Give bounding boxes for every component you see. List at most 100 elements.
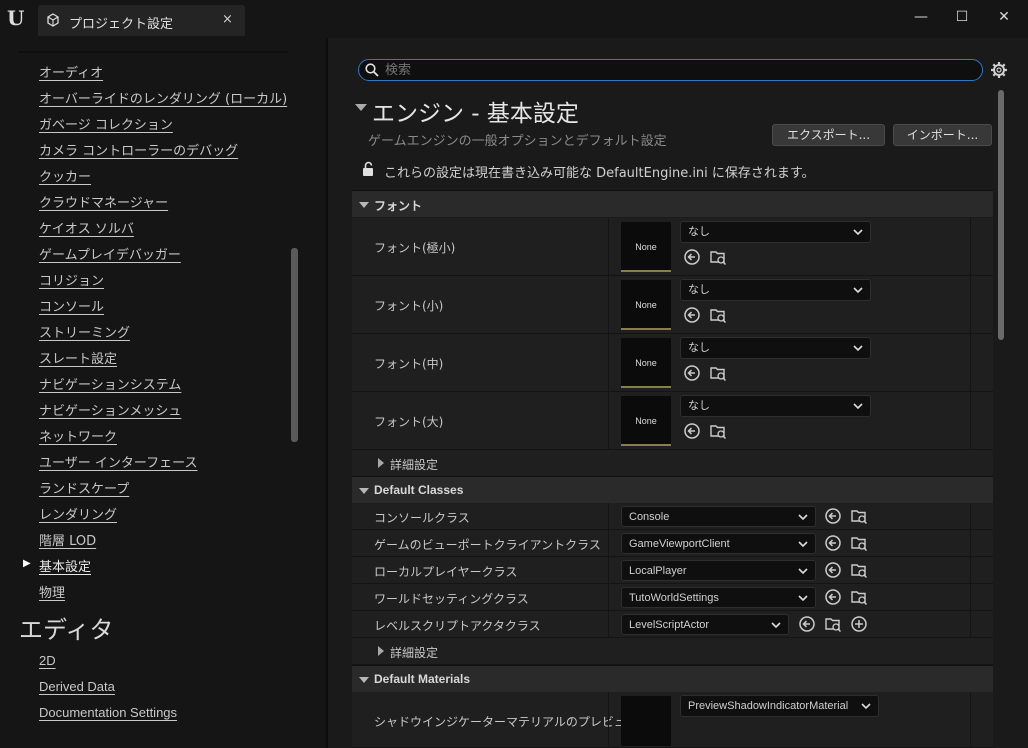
search-box[interactable] (358, 59, 983, 81)
chevron-down-icon (798, 568, 808, 575)
use-selected-icon[interactable] (683, 364, 701, 382)
settings-main: エンジン - 基本設定 ゲームエンジンの一般オプションとデフォルト設定 エクスポ… (328, 38, 1028, 748)
advanced-label: 詳細設定 (390, 646, 439, 660)
chevron-down-icon (798, 541, 808, 548)
collapse-arrow-icon[interactable] (355, 104, 367, 111)
sidebar-item-collision[interactable]: コリジョン (39, 270, 104, 289)
maximize-button[interactable]: ☐ (952, 9, 972, 27)
category-default-materials[interactable]: Default Materials (352, 665, 993, 692)
sidebar-item-user-interface[interactable]: ユーザー インターフェース (39, 452, 197, 471)
browse-folder-icon[interactable] (709, 306, 727, 324)
expand-arrow-icon (378, 646, 384, 656)
use-selected-icon[interactable] (683, 306, 701, 324)
browse-folder-icon[interactable] (709, 422, 727, 440)
sidebar-item-cloud-manager[interactable]: クラウドマネージャー (39, 192, 168, 211)
import-button[interactable]: インポート... (893, 124, 992, 146)
column-divider (608, 584, 609, 610)
class-combo[interactable]: GameViewportClient (621, 533, 816, 554)
minimize-button[interactable]: — (911, 9, 931, 27)
use-selected-icon[interactable] (683, 248, 701, 266)
browse-folder-icon[interactable] (709, 364, 727, 382)
advanced-expander[interactable]: 詳細設定 (352, 638, 993, 665)
sidebar-item-console[interactable]: コンソール (39, 296, 104, 315)
row-label: フォント(小) (374, 299, 444, 313)
sidebar-item-streaming[interactable]: ストリーミング (39, 322, 130, 341)
font-combo[interactable]: なし (680, 395, 871, 417)
sidebar-item-navigation-system[interactable]: ナビゲーションシステム (39, 374, 181, 393)
font-combo[interactable]: なし (680, 279, 871, 301)
class-row-console: コンソールクラス Console (352, 503, 993, 530)
chevron-down-icon (853, 229, 863, 236)
search-input[interactable] (385, 62, 965, 78)
sidebar-item-chaos-solver[interactable]: ケイオス ソルバ (39, 218, 134, 237)
font-combo[interactable]: なし (680, 221, 871, 243)
class-combo[interactable]: TutoWorldSettings (621, 587, 816, 608)
main-scrollbar[interactable] (998, 90, 1004, 340)
browse-folder-icon[interactable] (850, 588, 868, 606)
use-selected-icon[interactable] (798, 615, 816, 633)
category-default-classes[interactable]: Default Classes (352, 476, 993, 503)
sidebar-item-cooker[interactable]: クッカー (39, 166, 91, 185)
export-button[interactable]: エクスポート... (772, 124, 885, 146)
sidebar-item-gameplay-debugger[interactable]: ゲームプレイデバッガー (39, 244, 181, 263)
column-divider (970, 584, 971, 610)
browse-folder-icon[interactable] (850, 561, 868, 579)
sidebar-item-navigation-mesh[interactable]: ナビゲーションメッシュ (39, 400, 181, 419)
save-location-notice: これらの設定は現在書き込み可能な DefaultEngine.ini に保存され… (384, 166, 815, 181)
tab-project-settings[interactable]: プロジェクト設定 × (38, 5, 245, 36)
use-selected-icon[interactable] (824, 507, 842, 525)
sidebar-item-derived-data[interactable]: Derived Data (39, 679, 115, 694)
combo-value: なし (688, 342, 710, 354)
section-title: エンジン - 基本設定 (372, 101, 579, 127)
asset-thumbnail[interactable]: None (621, 338, 671, 388)
sidebar-item-2d[interactable]: 2D (39, 653, 56, 668)
advanced-expander[interactable]: 詳細設定 (352, 450, 993, 477)
sidebar-item-slate-settings[interactable]: スレート設定 (39, 348, 117, 367)
use-selected-icon[interactable] (824, 561, 842, 579)
close-button[interactable]: ✕ (994, 9, 1014, 27)
sidebar-item-camera-controller-debug[interactable]: カメラ コントローラーのデバッグ (39, 140, 238, 159)
add-icon[interactable] (850, 615, 868, 633)
class-combo[interactable]: LevelScriptActor (621, 614, 789, 635)
tab-close-icon[interactable]: × (222, 12, 233, 27)
sidebar-item-rendering[interactable]: レンダリング (39, 504, 117, 523)
browse-folder-icon[interactable] (824, 615, 842, 633)
sidebar-item-audio[interactable]: オーディオ (39, 62, 103, 81)
row-label: ゲームのビューポートクライアントクラス (374, 538, 601, 552)
sidebar-item-documentation-settings[interactable]: Documentation Settings (39, 705, 177, 720)
use-selected-icon[interactable] (824, 534, 842, 552)
sidebar-scrollbar[interactable] (291, 248, 298, 442)
asset-thumbnail[interactable]: None (621, 280, 671, 330)
class-combo[interactable]: Console (621, 506, 816, 527)
sidebar-item-garbage-collection[interactable]: ガベージ コレクション (39, 114, 173, 133)
asset-thumbnail[interactable]: None (621, 396, 671, 446)
browse-folder-icon[interactable] (709, 248, 727, 266)
browse-folder-icon[interactable] (850, 534, 868, 552)
chevron-down-icon (798, 514, 808, 521)
sidebar-item-physics[interactable]: 物理 (39, 582, 65, 601)
sidebar-item-network[interactable]: ネットワーク (39, 426, 117, 445)
sidebar-item-landscape[interactable]: ランドスケープ (39, 478, 129, 497)
use-selected-icon[interactable] (683, 422, 701, 440)
combo-value: LocalPlayer (629, 565, 687, 577)
column-divider (970, 692, 971, 747)
font-combo[interactable]: なし (680, 337, 871, 359)
use-selected-icon[interactable] (824, 588, 842, 606)
gear-icon[interactable] (990, 61, 1008, 79)
material-thumbnail[interactable] (621, 696, 671, 746)
browse-folder-icon[interactable] (850, 507, 868, 525)
column-divider (970, 530, 971, 556)
class-combo[interactable]: LocalPlayer (621, 560, 816, 581)
sidebar-item-rendering-override[interactable]: オーバーライドのレンダリング (ローカル) (39, 88, 287, 107)
sidebar-item-hlod[interactable]: 階層 LOD (39, 530, 96, 549)
collapse-arrow-icon (359, 677, 369, 683)
sidebar-item-general-settings[interactable]: 基本設定 (39, 556, 91, 575)
category-font[interactable]: フォント (352, 190, 993, 217)
column-divider (970, 611, 971, 637)
chevron-down-icon (861, 703, 871, 710)
chevron-down-icon (798, 595, 808, 602)
material-combo[interactable]: PreviewShadowIndicatorMaterial (680, 695, 879, 717)
tab-title: プロジェクト設定 (69, 17, 174, 32)
asset-thumbnail[interactable]: None (621, 222, 671, 272)
advanced-label: 詳細設定 (390, 458, 439, 472)
